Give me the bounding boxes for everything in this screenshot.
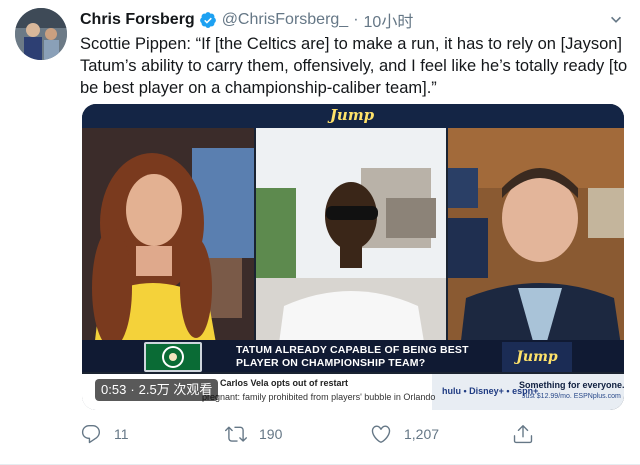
ad-tagline: Something for everyone. <box>519 380 624 390</box>
avatar[interactable] <box>15 8 67 60</box>
author-handle[interactable]: @ChrisForsberg_ <box>222 11 349 29</box>
author-name[interactable]: Chris Forsberg <box>80 11 195 29</box>
tweet-header: Chris Forsberg @ChrisForsberg_ · 10小时 <box>80 9 600 31</box>
video-timestamp: 0:53 <box>101 382 127 397</box>
tweet: Chris Forsberg @ChrisForsberg_ · 10小时 Sc… <box>0 0 640 465</box>
video-panel-left <box>82 128 254 366</box>
video-player[interactable]: Jump TATUM ALREADY CAPABLE OF BEING BEST… <box>82 104 624 410</box>
retweet-icon <box>225 426 247 442</box>
headline-banner: TATUM ALREADY CAPABLE OF BEING BEST PLAY… <box>236 344 469 369</box>
overlay-separator: · <box>130 382 135 397</box>
reply-icon <box>81 425 101 444</box>
like-button[interactable]: 1,207 <box>370 420 439 448</box>
separator-dot: · <box>353 11 359 28</box>
ticker-headline: Carlos Vela opts out of restart <box>220 378 349 388</box>
video-panel-center <box>256 128 446 366</box>
retweet-button[interactable]: 190 <box>225 420 282 448</box>
video-info-overlay: 0:53 · 2.5万 次观看 <box>95 379 219 401</box>
share-icon <box>513 425 533 444</box>
banner-show-logo: Jump <box>502 342 572 372</box>
tweet-text: Scottie Pippen: “If [the Celtics are] to… <box>80 35 628 97</box>
show-logo: Jump <box>329 106 375 124</box>
tweet-actions: 11 190 1,207 <box>80 420 550 448</box>
like-icon <box>371 425 391 443</box>
chevron-down-icon[interactable] <box>606 10 626 30</box>
share-button[interactable] <box>512 420 546 448</box>
like-count: 1,207 <box>404 426 440 442</box>
reply-count: 11 <box>114 426 129 442</box>
view-count: 2.5万 次观看 <box>138 382 213 397</box>
tweet-timestamp[interactable]: 10小时 <box>364 8 414 32</box>
reply-button[interactable]: 11 <box>80 420 129 448</box>
video-panel-right <box>448 128 624 366</box>
retweet-count: 190 <box>259 426 283 442</box>
ticker-subline: pregnant: family prohibited from players… <box>202 392 436 402</box>
celtics-logo-icon <box>144 342 202 372</box>
verified-badge-icon <box>199 12 216 28</box>
ad-price: Just $12.99/mo. ESPNplus.com <box>522 393 621 400</box>
avatar-image <box>15 8 67 60</box>
